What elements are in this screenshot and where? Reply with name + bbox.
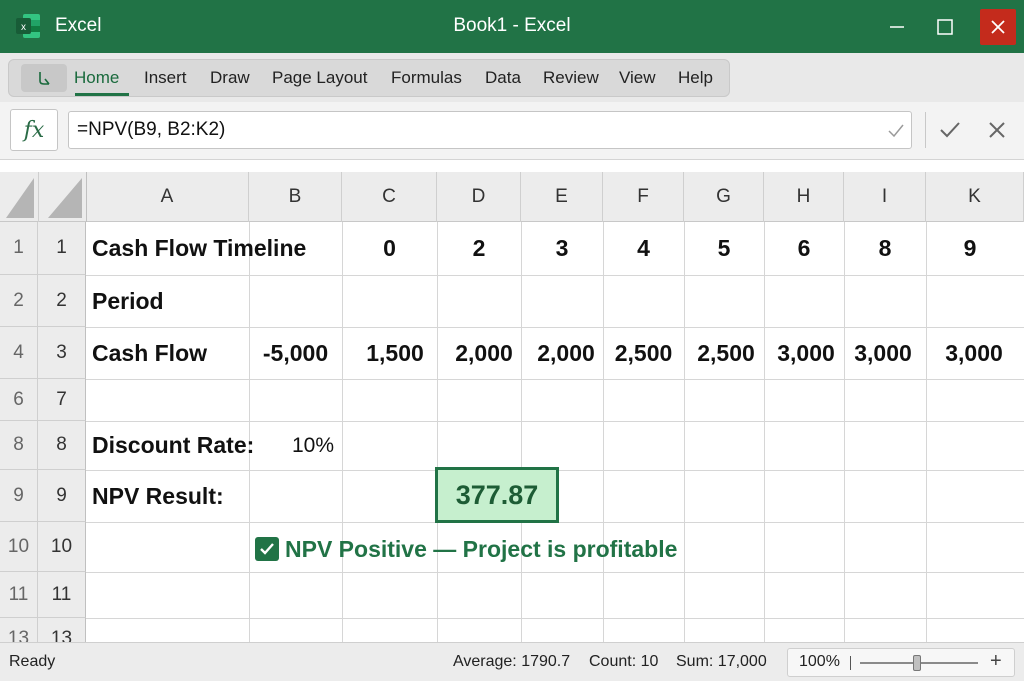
row-header-outer[interactable]: 2 — [0, 275, 38, 327]
row-header[interactable]: 8 — [38, 421, 86, 470]
cell-e3[interactable]: 2,000 — [525, 327, 607, 379]
column-header-c[interactable]: C — [342, 172, 437, 222]
row-header[interactable]: 13 — [38, 618, 86, 642]
npv-status-message: NPV Positive — Project is profitable — [255, 529, 677, 569]
close-button[interactable] — [980, 9, 1016, 45]
column-header-i[interactable]: I — [844, 172, 926, 222]
npv-result-cell[interactable]: 377.87 — [435, 467, 559, 523]
row-header[interactable]: 2 — [38, 275, 86, 327]
cell-a9[interactable]: NPV Result: — [86, 470, 249, 522]
checkmark-icon — [888, 124, 904, 138]
cell-g3[interactable]: 2,500 — [686, 327, 766, 379]
row-header-outer[interactable]: 1 — [0, 222, 38, 275]
column-header-f[interactable]: F — [603, 172, 684, 222]
ribbon-tabs: Home Insert Draw Page Layout Formulas Da… — [8, 59, 730, 97]
zoom-slider-thumb[interactable] — [913, 655, 921, 671]
cell-b3[interactable]: -5,000 — [249, 327, 342, 379]
tab-view[interactable]: View — [619, 68, 656, 88]
cell-a2[interactable]: Period — [86, 275, 249, 327]
row-header-outer[interactable]: 13 — [0, 618, 38, 642]
column-header-d[interactable]: D — [437, 172, 521, 222]
tab-insert[interactable]: Insert — [144, 68, 187, 88]
document-title: Book1 - Excel — [453, 15, 571, 36]
maximize-button[interactable] — [922, 0, 968, 53]
spreadsheet-grid: A B C D E F G H I K 1 1 2 2 4 3 6 7 8 8 … — [0, 172, 1024, 642]
excel-logo-icon: x — [16, 14, 40, 38]
cell-g1[interactable]: 5 — [684, 222, 764, 275]
tab-home[interactable]: Home — [74, 68, 119, 88]
tab-formulas[interactable]: Formulas — [391, 68, 462, 88]
cell-h3[interactable]: 3,000 — [766, 327, 846, 379]
status-count[interactable]: Count: 10 — [589, 653, 658, 671]
cell-k1[interactable]: 9 — [926, 222, 1014, 275]
quick-access-button[interactable] — [21, 64, 67, 92]
row-header-outer[interactable]: 10 — [0, 522, 38, 572]
cell-k3[interactable]: 3,000 — [926, 327, 1022, 379]
row-header-outer[interactable]: 11 — [0, 572, 38, 618]
column-header-g[interactable]: G — [684, 172, 764, 222]
close-icon — [991, 20, 1005, 34]
check-badge-icon — [255, 537, 279, 561]
tab-data[interactable]: Data — [485, 68, 521, 88]
title-bar: x Excel Book1 - Excel — [0, 0, 1024, 53]
undo-icon — [39, 72, 50, 85]
column-header-h[interactable]: H — [764, 172, 844, 222]
cell-b8[interactable]: 10% — [249, 421, 342, 470]
status-average[interactable]: Average: 1790.7 — [453, 653, 570, 671]
row-header[interactable]: 10 — [38, 522, 86, 572]
cell-a1[interactable]: Cash Flow Timeline — [86, 222, 342, 275]
column-header-a[interactable]: A — [86, 172, 249, 222]
column-header-k[interactable]: K — [926, 172, 1024, 222]
minimize-button[interactable] — [874, 0, 920, 53]
status-bar: Ready Average: 1790.7 Count: 10 Sum: 17,… — [0, 642, 1024, 681]
cell-a3[interactable]: Cash Flow — [86, 327, 249, 379]
formula-input[interactable]: =NPV(B9, B2:K2) — [68, 111, 912, 149]
formula-bar: fx =NPV(B9, B2:K2) — [0, 102, 1024, 160]
cell-d3[interactable]: 2,000 — [442, 327, 526, 379]
zoom-out-icon[interactable] — [850, 656, 851, 670]
cell-h1[interactable]: 6 — [764, 222, 844, 275]
cell-c3[interactable]: 1,500 — [342, 327, 448, 379]
enter-checkmark-icon[interactable] — [936, 116, 964, 144]
cell-i3[interactable]: 3,000 — [843, 327, 923, 379]
zoom-control: 100% + — [787, 648, 1015, 677]
row-header[interactable]: 1 — [38, 222, 86, 275]
cell-c1[interactable]: 0 — [342, 222, 437, 275]
row-header[interactable]: 3 — [38, 327, 86, 379]
formula-separator — [925, 112, 926, 148]
row-header[interactable]: 11 — [38, 572, 86, 618]
cancel-x-icon[interactable] — [983, 116, 1011, 144]
tab-help[interactable]: Help — [678, 68, 713, 88]
tab-review[interactable]: Review — [543, 68, 599, 88]
cell-e1[interactable]: 3 — [521, 222, 603, 275]
zoom-level[interactable]: 100% — [799, 653, 840, 671]
npv-status-text: NPV Positive — Project is profitable — [285, 535, 678, 562]
active-tab-indicator — [75, 93, 129, 96]
row-header[interactable]: 7 — [38, 379, 86, 421]
status-sum[interactable]: Sum: 17,000 — [676, 653, 767, 671]
row-header-outer[interactable]: 9 — [0, 470, 38, 522]
row-header-outer[interactable]: 8 — [0, 421, 38, 470]
column-header-e[interactable]: E — [521, 172, 603, 222]
cell-f1[interactable]: 4 — [603, 222, 684, 275]
select-all-corner-outer[interactable] — [6, 178, 34, 218]
cell-d1[interactable]: 2 — [437, 222, 521, 275]
insert-function-button[interactable]: fx — [10, 109, 58, 151]
tab-page-layout[interactable]: Page Layout — [272, 68, 367, 88]
status-ready: Ready — [9, 653, 56, 670]
cell-f3[interactable]: 2,500 — [603, 327, 684, 379]
row-header-outer[interactable]: 4 — [0, 327, 38, 379]
tab-draw[interactable]: Draw — [210, 68, 250, 88]
row-header[interactable]: 9 — [38, 470, 86, 522]
column-header-b[interactable]: B — [249, 172, 342, 222]
zoom-in-icon[interactable]: + — [990, 650, 1002, 673]
app-name: Excel — [55, 15, 102, 36]
cell-i1[interactable]: 8 — [844, 222, 926, 275]
minimize-icon — [890, 25, 904, 28]
row-header-outer[interactable]: 6 — [0, 379, 38, 421]
ribbon: Home Insert Draw Page Layout Formulas Da… — [0, 53, 1024, 102]
maximize-icon — [937, 18, 953, 35]
logo-letter: x — [21, 22, 26, 33]
select-all-corner[interactable] — [48, 178, 82, 218]
